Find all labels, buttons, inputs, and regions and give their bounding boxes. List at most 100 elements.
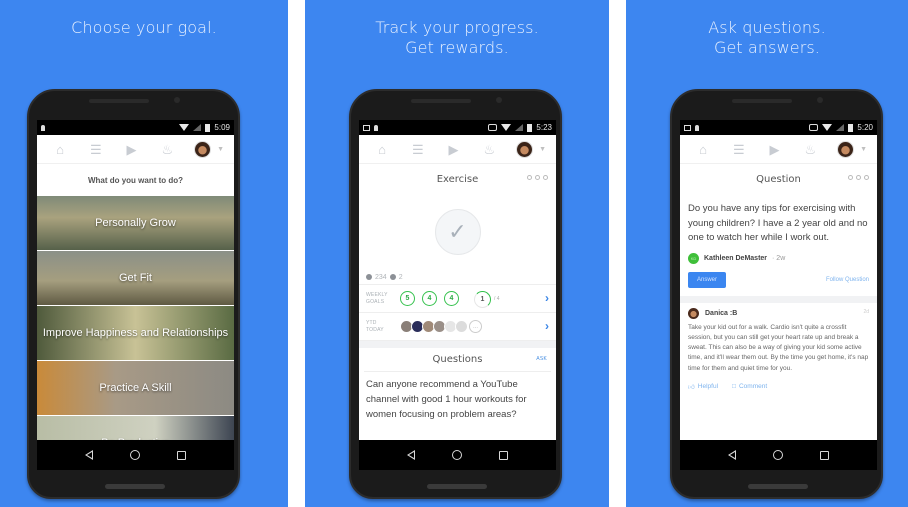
today-row[interactable]: YTD TODAY ... › bbox=[359, 312, 556, 340]
question-actions: Answer Follow Question bbox=[680, 268, 877, 303]
follow-question-link[interactable]: Follow Question bbox=[826, 277, 869, 283]
recents-icon[interactable] bbox=[176, 450, 186, 460]
recents-icon[interactable] bbox=[819, 450, 829, 460]
goal-get-fit[interactable]: Get Fit bbox=[37, 251, 234, 305]
panel-caption: Ask questions. Get answers. bbox=[626, 18, 908, 58]
phone-frame: 5:20 ⌂ ☰ ▶ ♨ ▼ Question Do you have any … bbox=[670, 89, 883, 499]
back-icon[interactable] bbox=[85, 450, 94, 460]
section-header: Exercise bbox=[359, 164, 556, 194]
bell-icon[interactable]: ♨ bbox=[480, 143, 498, 156]
comment-button[interactable]: □ Comment bbox=[732, 383, 767, 391]
list-icon[interactable]: ☰ bbox=[730, 143, 748, 156]
status-time: 5:23 bbox=[536, 123, 552, 132]
avatar[interactable] bbox=[837, 140, 855, 158]
status-bar: 5:09 bbox=[37, 120, 234, 135]
check-count: 234 bbox=[375, 273, 387, 281]
weekly-goals-row[interactable]: WEEKLY GOALS 5 4 4 1 / 4 › bbox=[359, 284, 556, 312]
answer-actions: 👍︎ Helpful □ Comment bbox=[688, 383, 869, 391]
home-icon[interactable]: ⌂ bbox=[373, 143, 391, 156]
recents-icon[interactable] bbox=[498, 450, 508, 460]
goal-improve-happiness[interactable]: Improve Happiness and Relationships bbox=[37, 306, 234, 360]
status-bar: 5:20 bbox=[680, 120, 877, 135]
weekly-goals-label: WEEKLY GOALS bbox=[366, 291, 388, 305]
goal-be-productive[interactable]: Be Productive bbox=[37, 416, 234, 440]
more-options-icon[interactable] bbox=[527, 175, 548, 180]
question-author: KD Kathleen DeMaster · 2w bbox=[680, 249, 877, 268]
counts-row: 234 2 bbox=[359, 270, 556, 284]
phone-screen: 5:09 ⌂ ☰ ▶ ♨ ▼ What do you want to do? P… bbox=[37, 120, 234, 470]
phone-frame: 5:23 ⌂ ☰ ▶ ♨ ▼ Exercise ✓ 234 2 WEEKLY G… bbox=[349, 89, 562, 499]
android-nav-bar bbox=[37, 440, 234, 470]
chevron-down-icon[interactable]: ▼ bbox=[860, 146, 867, 153]
wifi-icon bbox=[822, 124, 833, 131]
caption-line: Choose your goal. bbox=[71, 18, 217, 37]
check-in-button[interactable]: ✓ bbox=[434, 209, 481, 255]
checkmark-icon: ✓ bbox=[448, 219, 467, 244]
page-title: Exercise bbox=[436, 173, 479, 185]
megaphone-icon[interactable]: ▶ bbox=[766, 143, 784, 156]
chevron-down-icon[interactable]: ▼ bbox=[539, 146, 546, 153]
panel-track-progress: Track your progress. Get rewards. 5:23 ⌂… bbox=[305, 0, 609, 507]
chevron-down-icon[interactable]: ▼ bbox=[217, 146, 224, 153]
comment-icon: □ bbox=[732, 383, 736, 391]
android-nav-bar bbox=[359, 440, 556, 470]
status-bar: 5:23 bbox=[359, 120, 556, 135]
section-header: Question bbox=[680, 164, 877, 194]
speaker-grille bbox=[411, 99, 471, 103]
caption-line: Track your progress. bbox=[375, 18, 539, 37]
list-icon[interactable]: ☰ bbox=[87, 143, 105, 156]
helpful-button[interactable]: 👍︎ Helpful bbox=[688, 383, 718, 391]
question-text: Do you have any tips for exercising with… bbox=[688, 203, 868, 243]
questions-header: Questions ASK bbox=[364, 348, 551, 372]
week-goal-count: 5 bbox=[400, 291, 415, 306]
avatar[interactable] bbox=[194, 140, 212, 158]
page-title: Question bbox=[756, 173, 801, 185]
home-button-icon[interactable] bbox=[451, 450, 462, 460]
signal-icon bbox=[193, 124, 202, 131]
author-avatar[interactable]: KD bbox=[688, 252, 699, 264]
wifi-icon bbox=[501, 124, 512, 131]
more-members-button[interactable]: ... bbox=[469, 320, 482, 333]
back-icon[interactable] bbox=[728, 450, 737, 460]
ask-link[interactable]: ASK bbox=[536, 356, 547, 362]
home-icon[interactable]: ⌂ bbox=[51, 143, 69, 156]
goal-practice-skill[interactable]: Practice A Skill bbox=[37, 361, 234, 415]
answerer-avatar[interactable] bbox=[688, 307, 699, 319]
speaker-grille bbox=[748, 484, 808, 489]
question-preview[interactable]: Can anyone recommend a YouTube channel w… bbox=[359, 372, 556, 427]
megaphone-icon[interactable]: ▶ bbox=[123, 143, 141, 156]
avatar[interactable] bbox=[516, 140, 534, 158]
goal-prompt: What do you want to do? bbox=[87, 175, 184, 185]
author-name[interactable]: Kathleen DeMaster bbox=[704, 255, 767, 262]
wifi-icon bbox=[179, 124, 190, 131]
battery-icon bbox=[205, 123, 211, 132]
home-button-icon[interactable] bbox=[772, 450, 783, 460]
speaker-grille bbox=[732, 99, 792, 103]
phone-frame: 5:09 ⌂ ☰ ▶ ♨ ▼ What do you want to do? P… bbox=[27, 89, 240, 499]
home-icon[interactable]: ⌂ bbox=[694, 143, 712, 156]
chevron-right-icon[interactable]: › bbox=[545, 319, 549, 333]
bell-icon[interactable]: ♨ bbox=[158, 143, 176, 156]
list-icon[interactable]: ☰ bbox=[409, 143, 427, 156]
app-store-screenshots: Choose your goal. 5:09 ⌂ ☰ ▶ ♨ ▼ What do… bbox=[0, 0, 908, 507]
status-time: 5:09 bbox=[214, 123, 230, 132]
megaphone-icon[interactable]: ▶ bbox=[445, 143, 463, 156]
top-nav: ⌂ ☰ ▶ ♨ ▼ bbox=[359, 135, 556, 164]
weekly-goal-circles: 5 4 4 bbox=[400, 291, 459, 306]
bell-icon[interactable]: ♨ bbox=[801, 143, 819, 156]
questions-title: Questions bbox=[432, 354, 483, 365]
answerer-name[interactable]: Danica :B bbox=[705, 310, 737, 317]
member-avatar[interactable] bbox=[455, 320, 468, 333]
check-count-icon bbox=[366, 274, 372, 280]
answer-button[interactable]: Answer bbox=[688, 271, 727, 288]
goal-personally-grow[interactable]: Personally Grow bbox=[37, 196, 234, 250]
goal-list: Personally Grow Get Fit Improve Happines… bbox=[37, 196, 234, 440]
more-options-icon[interactable] bbox=[848, 175, 869, 180]
chevron-right-icon[interactable]: › bbox=[545, 291, 549, 305]
home-button-icon[interactable] bbox=[129, 450, 140, 460]
panel-choose-goal: Choose your goal. 5:09 ⌂ ☰ ▶ ♨ ▼ What do… bbox=[0, 0, 288, 507]
answer-header: Danica :B 2d bbox=[688, 307, 869, 319]
back-icon[interactable] bbox=[407, 450, 416, 460]
divider bbox=[359, 340, 556, 348]
badge-count-icon bbox=[389, 274, 396, 280]
